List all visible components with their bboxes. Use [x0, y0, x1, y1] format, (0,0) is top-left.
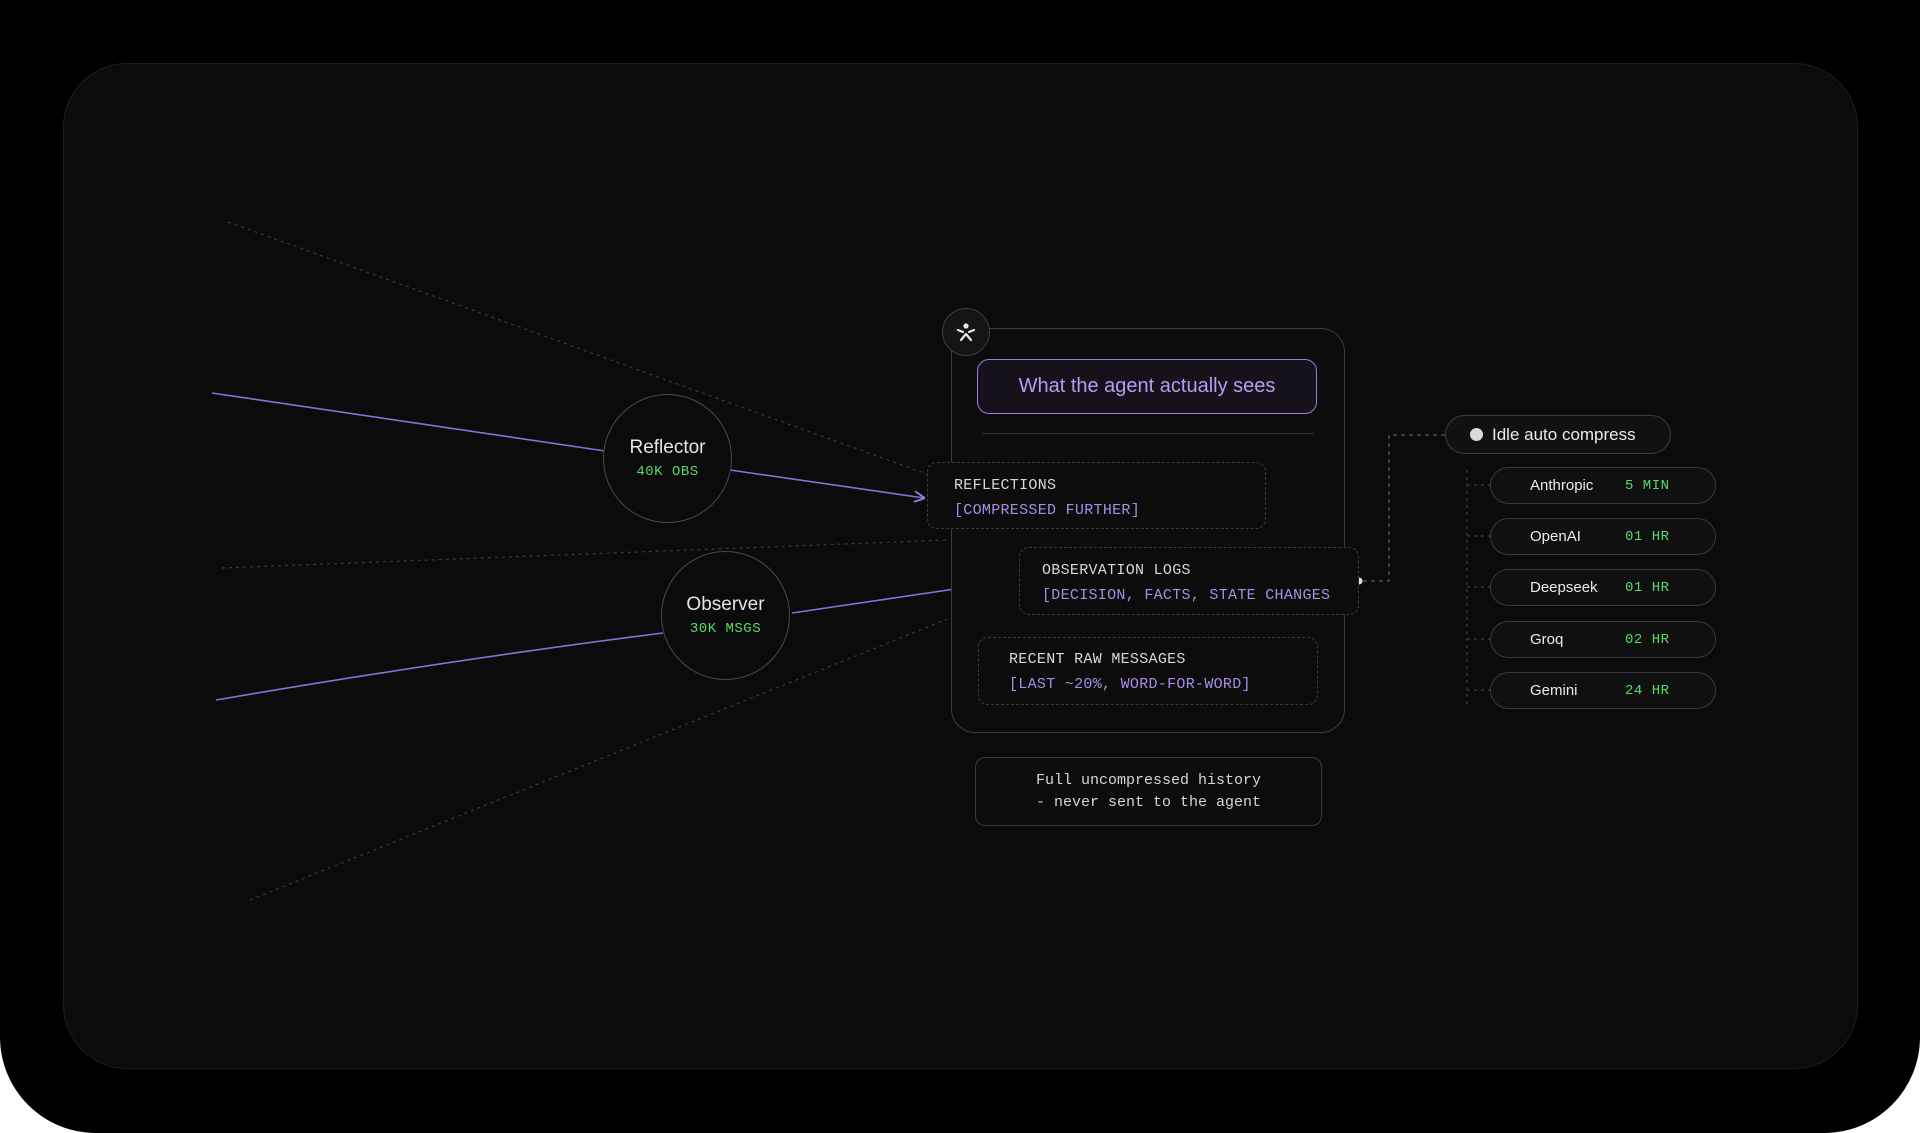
observation-logs-title: OBSERVATION LOGS — [1042, 562, 1191, 579]
fan-line-upper — [227, 221, 939, 479]
agent-logo-icon — [942, 308, 990, 356]
agent-view-title: What the agent actually sees — [977, 359, 1317, 414]
reflections-box: REFLECTIONS [COMPRESSED FURTHER] — [927, 462, 1266, 529]
card-divider — [982, 433, 1314, 434]
observer-node: Observer 30K MSGS — [661, 551, 790, 680]
provider-name: Gemini — [1530, 682, 1578, 699]
observer-title: Observer — [686, 594, 765, 615]
reflector-title: Reflector — [629, 437, 706, 458]
provider-timeout: 24 HR — [1625, 682, 1670, 699]
provider-row: OpenAI 01 HR — [1490, 518, 1716, 555]
provider-name: Deepseek — [1530, 579, 1598, 596]
provider-row: Anthropic 5 MIN — [1490, 467, 1716, 504]
observer-input-line — [215, 632, 664, 701]
history-note: Full uncompressed history - never sent t… — [975, 757, 1322, 826]
recent-messages-sub: [LAST ~20%, WORD-FOR-WORD] — [1009, 676, 1251, 693]
provider-timeout: 5 MIN — [1625, 477, 1670, 494]
history-note-line1: Full uncompressed history — [1035, 771, 1262, 789]
reflections-sub: [COMPRESSED FURTHER] — [954, 502, 1141, 519]
provider-timeout: 02 HR — [1625, 631, 1670, 648]
idle-connector — [1363, 434, 1445, 582]
history-note-line2: - never sent to the agent — [1035, 793, 1262, 811]
recent-messages-title: RECENT RAW MESSAGES — [1009, 651, 1186, 668]
provider-timeout: 01 HR — [1625, 528, 1670, 545]
provider-name: Groq — [1530, 631, 1564, 648]
observation-logs-sub: [DECISION, FACTS, STATE CHANGES — [1042, 587, 1331, 604]
provider-row: Gemini 24 HR — [1490, 672, 1716, 709]
idle-label: Idle auto compress — [1492, 424, 1636, 444]
provider-row: Deepseek 01 HR — [1490, 569, 1716, 606]
reflector-node: Reflector 40K OBS — [603, 394, 732, 523]
reflections-title: REFLECTIONS — [954, 477, 1057, 494]
reflector-sub: 40K OBS — [636, 464, 699, 480]
provider-name: Anthropic — [1530, 477, 1594, 494]
provider-timeout: 01 HR — [1625, 579, 1670, 596]
fan-line-middle — [221, 539, 949, 569]
idle-auto-compress-pill: Idle auto compress — [1445, 415, 1671, 454]
recent-messages-box: RECENT RAW MESSAGES [LAST ~20%, WORD-FOR… — [978, 637, 1318, 705]
reflector-output-line — [729, 469, 924, 498]
reflector-input-line — [211, 392, 606, 452]
observer-output-line — [791, 588, 956, 614]
provider-row: Groq 02 HR — [1490, 621, 1716, 658]
observation-logs-box: OBSERVATION LOGS [DECISION, FACTS, STATE… — [1019, 547, 1359, 615]
status-dot-icon — [1470, 428, 1483, 441]
provider-name: OpenAI — [1530, 528, 1581, 545]
observer-sub: 30K MSGS — [689, 621, 762, 637]
fan-line-lower — [249, 617, 951, 901]
